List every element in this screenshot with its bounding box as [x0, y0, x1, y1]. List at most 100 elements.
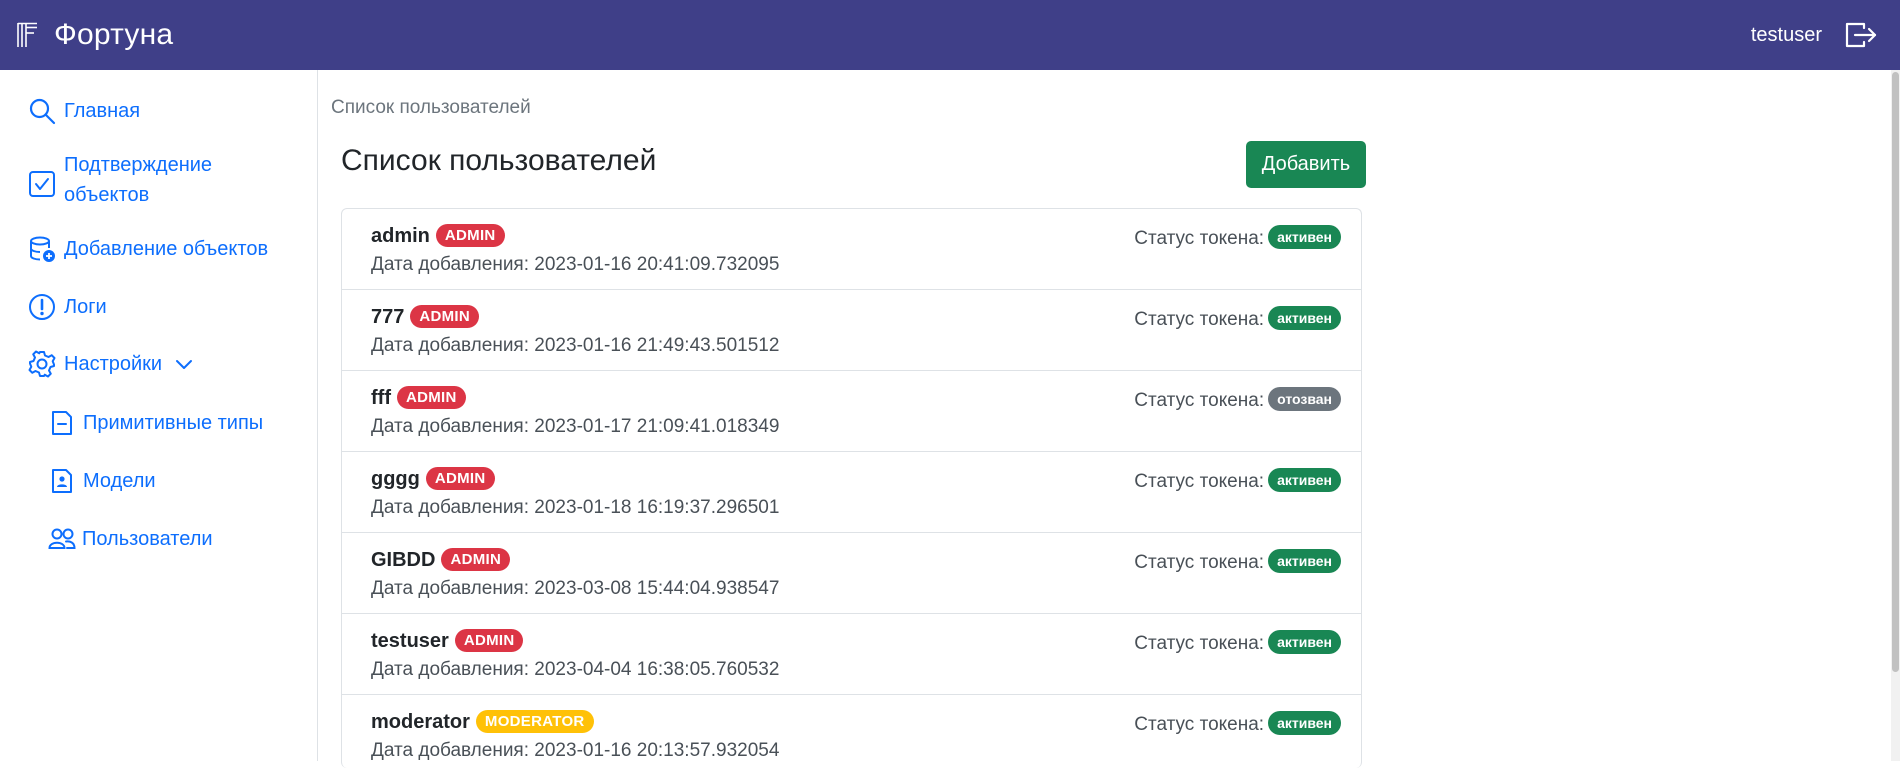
- user-name-line: gggg ADMIN: [371, 467, 495, 491]
- date-prefix: Дата добавления:: [371, 254, 530, 275]
- sidebar-item-label: Настройки: [64, 353, 163, 375]
- date-value: 2023-03-08 15:44:04.938547: [534, 578, 780, 599]
- list-item[interactable]: moderator MODERATOR Дата добавления: 2023-…: [342, 695, 1361, 768]
- status-badge: активен: [1268, 711, 1341, 735]
- user-name-line: GIBDD ADMIN: [371, 548, 511, 572]
- sidebar-item-label: Главная: [64, 100, 141, 122]
- user-list: admin ADMIN Дата добавления: 2023-01-16 20…: [341, 208, 1362, 768]
- token-status: Статус токена: активен: [1134, 549, 1341, 574]
- date-value: 2023-04-04 16:38:05.760532: [534, 659, 780, 680]
- date-added: Дата добавления: 2023-03-08 15:44:04.938…: [371, 578, 779, 600]
- chevron-down-icon: [176, 360, 193, 369]
- date-value: 2023-01-17 21:09:41.018349: [534, 416, 780, 437]
- user-name-line: testuser ADMIN: [371, 629, 524, 653]
- list-item[interactable]: gggg ADMIN Дата добавления: 2023-01-18 16:…: [342, 452, 1361, 533]
- token-status-label: Статус токена:: [1134, 228, 1265, 249]
- user-name: testuser: [371, 630, 449, 652]
- user-name-line: admin ADMIN: [371, 224, 505, 248]
- sidebar-item-label: Пользователи: [82, 528, 213, 550]
- scrollbar[interactable]: [1891, 70, 1900, 761]
- date-value: 2023-01-18 16:19:37.296501: [534, 497, 780, 518]
- date-prefix: Дата добавления:: [371, 497, 530, 518]
- list-item[interactable]: 777 ADMIN Дата добавления: 2023-01-16 21:4…: [342, 290, 1361, 371]
- token-status-label: Статус токена:: [1134, 390, 1265, 411]
- token-status: Статус токена: активен: [1134, 306, 1341, 331]
- file-person-icon: [52, 469, 72, 493]
- sidebar-item-primitive-types[interactable]: Примитивные типы: [51, 408, 263, 438]
- date-added: Дата добавления: 2023-01-17 21:09:41.018…: [371, 416, 779, 438]
- user-name: GIBDD: [371, 549, 436, 571]
- token-status-label: Статус токена:: [1134, 714, 1265, 735]
- exclamation-circle-icon: [29, 294, 55, 320]
- token-status: Статус токена: активен: [1134, 711, 1341, 736]
- date-prefix: Дата добавления:: [371, 335, 530, 356]
- user-name-line: 777 ADMIN: [371, 305, 480, 329]
- sidebar: Главная Подтверждение объектов Добавлени…: [0, 70, 318, 761]
- list-item[interactable]: fff ADMIN Дата добавления: 2023-01-17 21:0…: [342, 371, 1361, 452]
- search-icon: [29, 98, 56, 125]
- sidebar-item-label: Примитивные типы: [83, 412, 264, 434]
- date-value: 2023-01-16 20:41:09.732095: [534, 254, 780, 275]
- token-status-label: Статус токена:: [1134, 471, 1265, 492]
- date-prefix: Дата добавления:: [371, 416, 530, 437]
- status-badge: активен: [1268, 630, 1341, 654]
- scrollbar-thumb[interactable]: [1892, 72, 1899, 672]
- database-add-icon: [30, 236, 55, 262]
- date-value: 2023-01-16 21:49:43.501512: [534, 335, 780, 356]
- user-name: admin: [371, 225, 430, 247]
- date-added: Дата добавления: 2023-01-18 16:19:37.296…: [371, 497, 779, 519]
- top-navbar: Фортуна testuser: [0, 0, 1900, 70]
- status-badge: активен: [1268, 549, 1341, 573]
- token-status: Статус токена: активен: [1134, 630, 1341, 655]
- status-badge: отозван: [1268, 387, 1341, 411]
- user-name-line: moderator MODERATOR: [371, 710, 594, 734]
- date-added: Дата добавления: 2023-01-16 20:13:57.932…: [371, 740, 779, 762]
- token-status: Статус токена: отозван: [1134, 387, 1341, 412]
- app-title: Фортуна: [54, 18, 174, 51]
- token-status-label: Статус токена:: [1134, 309, 1265, 330]
- sidebar-item-label: Подтверждение объектов: [64, 154, 213, 206]
- gear-icon: [28, 350, 56, 378]
- add-user-button[interactable]: Добавить: [1246, 141, 1366, 188]
- list-item[interactable]: testuser ADMIN Дата добавления: 2023-04-04…: [342, 614, 1361, 695]
- sidebar-item-models[interactable]: Модели: [51, 466, 156, 496]
- sidebar-item-logs[interactable]: Логи: [28, 292, 107, 322]
- date-prefix: Дата добавления:: [371, 740, 530, 761]
- token-status: Статус токена: активен: [1134, 468, 1341, 493]
- sidebar-item-users[interactable]: Пользователи: [48, 524, 213, 554]
- sidebar-item-confirm-objects[interactable]: Подтверждение объектов: [28, 150, 248, 210]
- sidebar-item-label: Логи: [64, 296, 107, 318]
- role-badge: ADMIN: [425, 467, 495, 490]
- check-square-icon: [29, 171, 55, 197]
- current-username: testuser: [1750, 23, 1822, 46]
- role-badge: ADMIN: [396, 386, 466, 409]
- token-status-label: Статус токена:: [1134, 552, 1265, 573]
- logo-icon: [17, 22, 37, 47]
- sidebar-item-settings[interactable]: Настройки: [28, 349, 194, 379]
- brand[interactable]: Фортуна: [16, 18, 173, 52]
- user-name-line: fff ADMIN: [371, 386, 466, 410]
- list-item[interactable]: admin ADMIN Дата добавления: 2023-01-16 20…: [342, 209, 1361, 290]
- status-badge: активен: [1268, 306, 1341, 330]
- user-name: 777: [371, 306, 405, 328]
- token-status: Статус токена: активен: [1134, 225, 1341, 250]
- sidebar-item-label: Добавление объектов: [64, 238, 269, 260]
- token-status-label: Статус токена:: [1134, 633, 1265, 654]
- date-added: Дата добавления: 2023-01-16 20:41:09.732…: [371, 254, 779, 276]
- sidebar-item-label: Модели: [83, 470, 156, 492]
- logout-icon[interactable]: [1844, 20, 1878, 50]
- role-badge: MODERATOR: [475, 710, 594, 733]
- sidebar-item-add-objects[interactable]: Добавление объектов: [28, 234, 268, 264]
- date-added: Дата добавления: 2023-01-16 21:49:43.501…: [371, 335, 779, 357]
- role-badge: ADMIN: [441, 548, 511, 571]
- date-prefix: Дата добавления:: [371, 659, 530, 680]
- user-name: gggg: [371, 468, 420, 490]
- status-badge: активен: [1268, 225, 1341, 249]
- date-value: 2023-01-16 20:13:57.932054: [534, 740, 780, 761]
- breadcrumb[interactable]: Список пользователей: [331, 97, 531, 119]
- role-badge: ADMIN: [435, 224, 505, 247]
- date-added: Дата добавления: 2023-04-04 16:38:05.760…: [371, 659, 779, 681]
- status-badge: активен: [1268, 468, 1341, 492]
- sidebar-item-home[interactable]: Главная: [28, 96, 140, 126]
- list-item[interactable]: GIBDD ADMIN Дата добавления: 2023-03-08 15…: [342, 533, 1361, 614]
